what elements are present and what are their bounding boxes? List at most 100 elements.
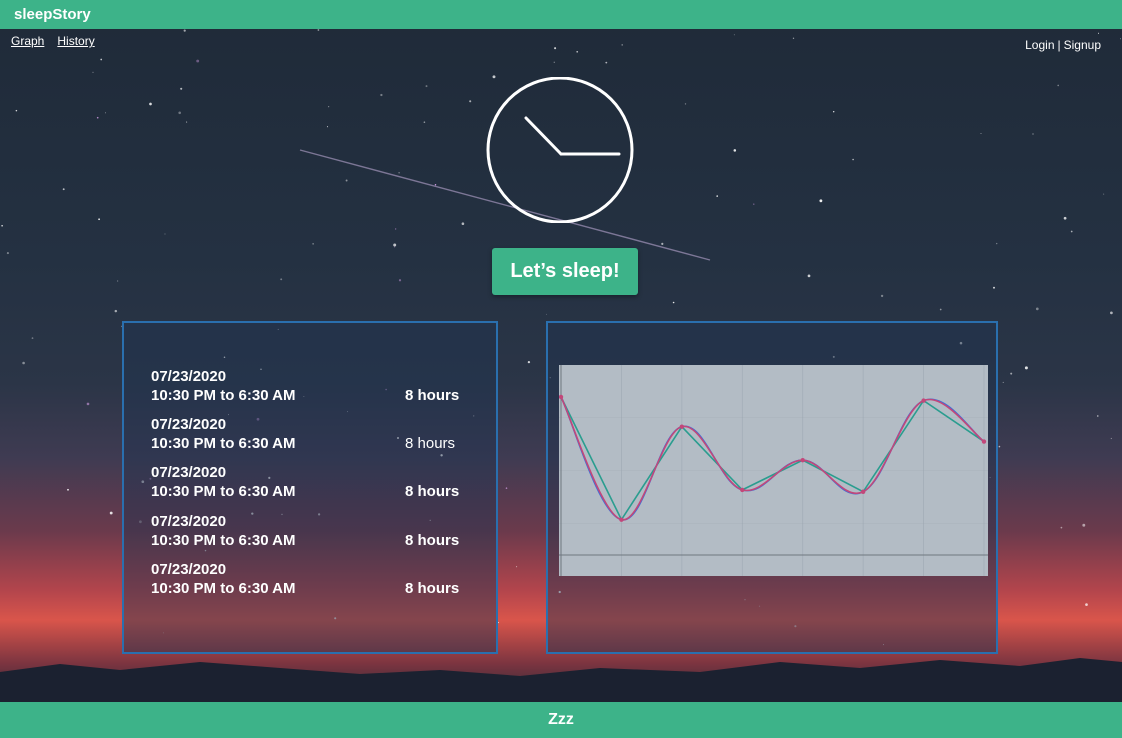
star	[461, 222, 465, 225]
star	[516, 566, 518, 568]
star	[22, 361, 25, 365]
star	[880, 294, 884, 298]
star	[312, 243, 314, 245]
star	[1060, 526, 1063, 529]
star	[716, 195, 718, 197]
star	[1119, 38, 1121, 40]
star	[527, 360, 531, 364]
star	[661, 242, 664, 245]
sleep-line-chart	[559, 365, 988, 576]
star	[553, 61, 556, 64]
star	[186, 121, 188, 123]
star	[423, 121, 426, 123]
star	[31, 337, 34, 339]
star	[98, 218, 100, 221]
star	[469, 100, 472, 103]
star	[1035, 307, 1039, 311]
chart-data-point	[921, 398, 926, 403]
star	[998, 445, 1001, 448]
star	[114, 309, 118, 313]
star	[807, 274, 811, 278]
star	[1085, 603, 1088, 606]
star	[15, 109, 18, 112]
main-nav: Graph History	[11, 34, 95, 48]
star	[1, 225, 3, 227]
history-entry[interactable]: 07/23/2020 10:30 PM to 6:30 AM 8 hours	[151, 512, 471, 550]
history-entry[interactable]: 07/23/2020 10:30 PM to 6:30 AM 8 hours	[151, 560, 471, 598]
app-header: sleepStory	[0, 0, 1122, 29]
star	[1097, 32, 1100, 34]
brand-title[interactable]: sleepStory	[14, 6, 91, 23]
signup-link[interactable]: Signup	[1064, 38, 1101, 52]
star	[183, 29, 186, 32]
star	[425, 85, 428, 88]
star	[819, 199, 823, 203]
star	[393, 243, 397, 247]
star	[833, 111, 835, 113]
star	[939, 308, 942, 311]
star	[178, 111, 181, 115]
entry-hours: 8 hours	[405, 435, 456, 452]
star	[395, 228, 397, 230]
star	[1070, 230, 1073, 233]
chart-data-point	[740, 487, 745, 493]
star	[605, 61, 608, 64]
star	[576, 50, 579, 53]
star	[753, 203, 755, 205]
footer-text: Zzz	[548, 711, 574, 728]
star	[6, 252, 9, 255]
star	[1057, 84, 1059, 87]
star	[196, 59, 200, 63]
star	[345, 179, 348, 182]
star	[104, 112, 106, 114]
star	[92, 71, 94, 73]
star	[1063, 216, 1067, 220]
auth-links: Login | Signup	[1025, 38, 1101, 52]
nav-graph-link[interactable]: Graph	[11, 34, 44, 48]
login-link[interactable]: Login	[1025, 38, 1054, 52]
star	[993, 286, 995, 289]
star	[149, 102, 152, 106]
star	[996, 242, 998, 245]
star	[1010, 372, 1013, 375]
star	[116, 280, 119, 282]
star	[317, 29, 320, 31]
star	[1110, 311, 1113, 315]
lets-sleep-button[interactable]: Let’s sleep!	[492, 248, 638, 295]
star	[109, 511, 113, 515]
star	[1032, 133, 1034, 135]
star	[554, 47, 557, 50]
chart-data-point	[860, 489, 866, 494]
entry-hours: 8 hours	[405, 483, 460, 500]
history-entry[interactable]: 07/23/2020 10:30 PM to 6:30 AM 8 hours	[151, 415, 471, 453]
app-footer: Zzz	[0, 702, 1122, 738]
star	[733, 34, 735, 36]
star	[434, 184, 437, 186]
star	[328, 106, 330, 108]
star	[1002, 381, 1004, 383]
entry-hours: 8 hours	[405, 532, 460, 549]
star	[100, 58, 103, 61]
star	[505, 487, 508, 489]
star	[1097, 415, 1099, 417]
history-entry[interactable]: 07/23/2020 10:30 PM to 6:30 AM 8 hours	[151, 367, 471, 405]
star	[67, 488, 69, 491]
chart-data-point	[619, 517, 624, 522]
entry-date: 07/23/2020	[151, 416, 227, 433]
entry-date: 07/23/2020	[151, 561, 227, 578]
entry-hours: 8 hours	[405, 580, 460, 597]
history-entry[interactable]: 07/23/2020 10:30 PM to 6:30 AM 8 hours	[151, 463, 471, 501]
graph-panel	[546, 321, 998, 654]
star	[672, 301, 675, 304]
star	[684, 103, 687, 105]
clock-hour-hand	[524, 116, 563, 156]
star	[180, 87, 183, 90]
entry-hours: 8 hours	[405, 387, 460, 404]
nav-history-link[interactable]: History	[57, 34, 94, 48]
star	[792, 37, 795, 39]
star	[62, 188, 65, 191]
star	[326, 126, 329, 128]
star	[852, 158, 854, 161]
star	[621, 44, 623, 46]
star	[398, 172, 400, 174]
